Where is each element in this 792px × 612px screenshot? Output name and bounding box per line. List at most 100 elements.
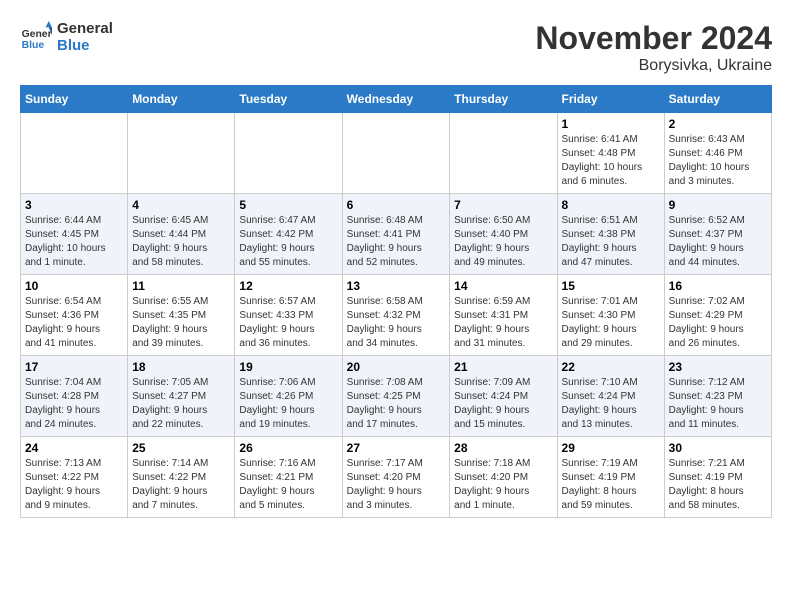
day-info: Sunrise: 6:54 AMSunset: 4:36 PMDaylight:… <box>25 295 123 351</box>
day-number: 19 <box>239 360 337 374</box>
calendar-cell: 1 Sunrise: 6:41 AMSunset: 4:48 PMDaylight… <box>557 113 664 194</box>
calendar-cell <box>450 113 557 194</box>
day-number: 15 <box>562 279 660 293</box>
day-number: 27 <box>347 441 446 455</box>
day-info: Sunrise: 7:12 AMSunset: 4:23 PMDaylight:… <box>669 376 767 432</box>
calendar-cell: 24 Sunrise: 7:13 AMSunset: 4:22 PMDayligh… <box>21 437 128 518</box>
day-number: 30 <box>669 441 767 455</box>
calendar-week-2: 3 Sunrise: 6:44 AMSunset: 4:45 PMDaylight… <box>21 194 772 275</box>
logo-general: General <box>57 20 113 37</box>
day-info: Sunrise: 6:43 AMSunset: 4:46 PMDaylight:… <box>669 133 767 189</box>
calendar-week-4: 17 Sunrise: 7:04 AMSunset: 4:28 PMDayligh… <box>21 356 772 437</box>
day-info: Sunrise: 6:45 AMSunset: 4:44 PMDaylight:… <box>132 214 230 270</box>
calendar-week-3: 10 Sunrise: 6:54 AMSunset: 4:36 PMDayligh… <box>21 275 772 356</box>
day-number: 12 <box>239 279 337 293</box>
calendar-cell: 15 Sunrise: 7:01 AMSunset: 4:30 PMDayligh… <box>557 275 664 356</box>
day-info: Sunrise: 6:59 AMSunset: 4:31 PMDaylight:… <box>454 295 552 351</box>
calendar-cell: 4 Sunrise: 6:45 AMSunset: 4:44 PMDaylight… <box>128 194 235 275</box>
calendar-cell: 3 Sunrise: 6:44 AMSunset: 4:45 PMDaylight… <box>21 194 128 275</box>
weekday-thursday: Thursday <box>450 86 557 113</box>
weekday-saturday: Saturday <box>664 86 771 113</box>
day-info: Sunrise: 7:21 AMSunset: 4:19 PMDaylight:… <box>669 457 767 513</box>
calendar-cell: 28 Sunrise: 7:18 AMSunset: 4:20 PMDayligh… <box>450 437 557 518</box>
calendar-cell <box>21 113 128 194</box>
day-number: 7 <box>454 198 552 212</box>
day-number: 13 <box>347 279 446 293</box>
calendar-cell: 17 Sunrise: 7:04 AMSunset: 4:28 PMDayligh… <box>21 356 128 437</box>
day-number: 3 <box>25 198 123 212</box>
day-info: Sunrise: 6:48 AMSunset: 4:41 PMDaylight:… <box>347 214 446 270</box>
day-number: 25 <box>132 441 230 455</box>
weekday-friday: Friday <box>557 86 664 113</box>
day-number: 5 <box>239 198 337 212</box>
calendar-cell: 23 Sunrise: 7:12 AMSunset: 4:23 PMDayligh… <box>664 356 771 437</box>
calendar-cell: 16 Sunrise: 7:02 AMSunset: 4:29 PMDayligh… <box>664 275 771 356</box>
weekday-header-row: SundayMondayTuesdayWednesdayThursdayFrid… <box>21 86 772 113</box>
day-number: 1 <box>562 117 660 131</box>
day-info: Sunrise: 6:47 AMSunset: 4:42 PMDaylight:… <box>239 214 337 270</box>
svg-text:Blue: Blue <box>22 40 45 51</box>
day-number: 16 <box>669 279 767 293</box>
day-info: Sunrise: 6:55 AMSunset: 4:35 PMDaylight:… <box>132 295 230 351</box>
day-info: Sunrise: 7:08 AMSunset: 4:25 PMDaylight:… <box>347 376 446 432</box>
calendar-cell: 21Sunrise: 7:09 AMSunset: 4:24 PMDayligh… <box>450 356 557 437</box>
day-number: 20 <box>347 360 446 374</box>
calendar-cell: 2 Sunrise: 6:43 AMSunset: 4:46 PMDaylight… <box>664 113 771 194</box>
calendar-cell <box>235 113 342 194</box>
calendar-cell: 11 Sunrise: 6:55 AMSunset: 4:35 PMDayligh… <box>128 275 235 356</box>
calendar-cell <box>342 113 450 194</box>
calendar-cell: 10 Sunrise: 6:54 AMSunset: 4:36 PMDayligh… <box>21 275 128 356</box>
day-info: Sunrise: 7:02 AMSunset: 4:29 PMDaylight:… <box>669 295 767 351</box>
day-number: 17 <box>25 360 123 374</box>
day-info: Sunrise: 7:18 AMSunset: 4:20 PMDaylight:… <box>454 457 552 513</box>
day-number: 22 <box>562 360 660 374</box>
day-info: Sunrise: 7:04 AMSunset: 4:28 PMDaylight:… <box>25 376 123 432</box>
calendar-cell: 13Sunrise: 6:58 AMSunset: 4:32 PMDayligh… <box>342 275 450 356</box>
title-block: November 2024 Borysivka, Ukraine <box>535 20 772 75</box>
day-number: 24 <box>25 441 123 455</box>
day-info: Sunrise: 7:01 AMSunset: 4:30 PMDaylight:… <box>562 295 660 351</box>
day-number: 10 <box>25 279 123 293</box>
day-number: 2 <box>669 117 767 131</box>
calendar-cell: 25 Sunrise: 7:14 AMSunset: 4:22 PMDayligh… <box>128 437 235 518</box>
day-number: 9 <box>669 198 767 212</box>
day-info: Sunrise: 6:52 AMSunset: 4:37 PMDaylight:… <box>669 214 767 270</box>
calendar-cell: 18Sunrise: 7:05 AMSunset: 4:27 PMDayligh… <box>128 356 235 437</box>
day-info: Sunrise: 6:44 AMSunset: 4:45 PMDaylight:… <box>25 214 123 270</box>
calendar-week-5: 24 Sunrise: 7:13 AMSunset: 4:22 PMDayligh… <box>21 437 772 518</box>
calendar-cell: 26Sunrise: 7:16 AMSunset: 4:21 PMDayligh… <box>235 437 342 518</box>
calendar-cell: 27Sunrise: 7:17 AMSunset: 4:20 PMDayligh… <box>342 437 450 518</box>
day-info: Sunrise: 7:19 AMSunset: 4:19 PMDaylight:… <box>562 457 660 513</box>
weekday-monday: Monday <box>128 86 235 113</box>
calendar-cell: 20 Sunrise: 7:08 AMSunset: 4:25 PMDayligh… <box>342 356 450 437</box>
calendar-cell: 19 Sunrise: 7:06 AMSunset: 4:26 PMDayligh… <box>235 356 342 437</box>
calendar-week-1: 1 Sunrise: 6:41 AMSunset: 4:48 PMDaylight… <box>21 113 772 194</box>
logo-icon: General Blue <box>20 21 52 53</box>
weekday-wednesday: Wednesday <box>342 86 450 113</box>
day-info: Sunrise: 6:50 AMSunset: 4:40 PMDaylight:… <box>454 214 552 270</box>
page-header: General Blue General Blue November 2024 … <box>20 20 772 75</box>
calendar-cell: 22Sunrise: 7:10 AMSunset: 4:24 PMDayligh… <box>557 356 664 437</box>
logo-blue: Blue <box>57 37 113 54</box>
day-info: Sunrise: 7:14 AMSunset: 4:22 PMDaylight:… <box>132 457 230 513</box>
day-info: Sunrise: 7:13 AMSunset: 4:22 PMDaylight:… <box>25 457 123 513</box>
day-number: 4 <box>132 198 230 212</box>
day-info: Sunrise: 7:16 AMSunset: 4:21 PMDaylight:… <box>239 457 337 513</box>
day-number: 23 <box>669 360 767 374</box>
day-number: 8 <box>562 198 660 212</box>
day-number: 29 <box>562 441 660 455</box>
day-info: Sunrise: 6:41 AMSunset: 4:48 PMDaylight:… <box>562 133 660 189</box>
day-number: 11 <box>132 279 230 293</box>
day-info: Sunrise: 7:06 AMSunset: 4:26 PMDaylight:… <box>239 376 337 432</box>
month-title: November 2024 <box>535 20 772 57</box>
calendar-cell: 8Sunrise: 6:51 AMSunset: 4:38 PMDaylight… <box>557 194 664 275</box>
day-info: Sunrise: 6:57 AMSunset: 4:33 PMDaylight:… <box>239 295 337 351</box>
calendar-cell <box>128 113 235 194</box>
calendar-cell: 12 Sunrise: 6:57 AMSunset: 4:33 PMDayligh… <box>235 275 342 356</box>
weekday-tuesday: Tuesday <box>235 86 342 113</box>
day-number: 28 <box>454 441 552 455</box>
calendar-cell: 7 Sunrise: 6:50 AMSunset: 4:40 PMDaylight… <box>450 194 557 275</box>
logo: General Blue General Blue <box>20 20 113 54</box>
day-info: Sunrise: 7:09 AMSunset: 4:24 PMDaylight:… <box>454 376 552 432</box>
day-number: 14 <box>454 279 552 293</box>
